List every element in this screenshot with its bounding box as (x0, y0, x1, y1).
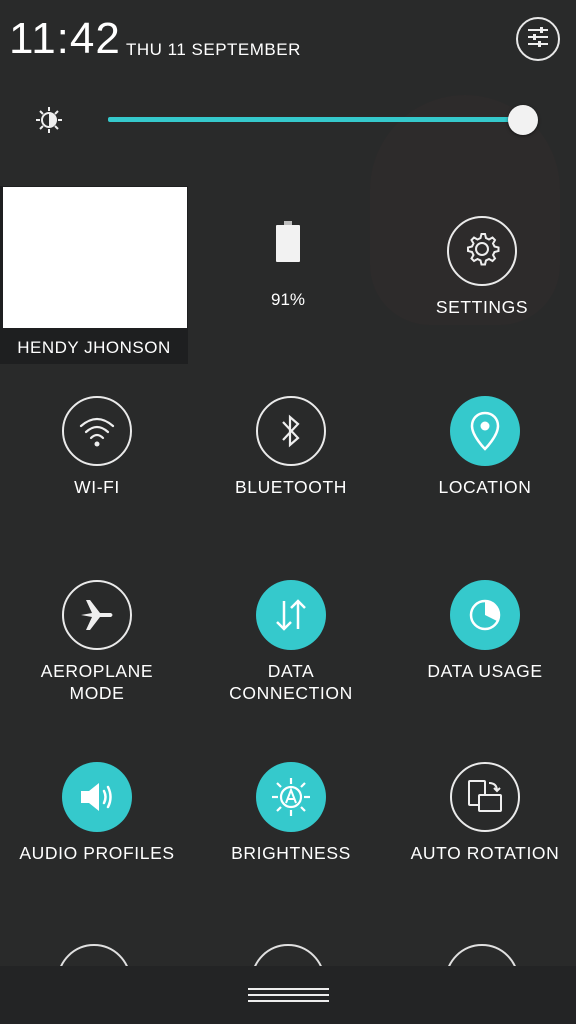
quick-settings-edit-button[interactable] (516, 17, 560, 61)
brightness-slider-thumb[interactable] (508, 105, 538, 135)
brightness-toggle-button[interactable] (256, 762, 326, 832)
clock-date: THU 11 SEPTEMBER (126, 40, 301, 59)
brightness-label: BRIGHTNESS (231, 843, 351, 863)
wallpaper-dim-overlay (0, 0, 576, 1024)
speaker-icon (77, 779, 117, 815)
wi-fi-tile[interactable]: WI-FI (0, 396, 194, 498)
pie-chart-icon (467, 597, 503, 633)
bluetooth-label: BLUETOOTH (234, 477, 348, 497)
next-row-preview (0, 930, 576, 966)
data-usage-toggle-button[interactable] (450, 580, 520, 650)
settings-tile[interactable]: SETTINGS (385, 216, 576, 318)
bluetooth-toggle-button[interactable] (256, 396, 326, 466)
audio-profiles-toggle-button[interactable] (62, 762, 132, 832)
partial-tile-2 (251, 944, 325, 966)
auto-rotation-label: AUTO ROTATION (410, 843, 560, 863)
gear-icon (463, 230, 501, 273)
location-tile[interactable]: LOCATION (388, 396, 576, 498)
battery-icon[interactable] (276, 221, 300, 262)
auto-rotation-tile[interactable]: AUTO ROTATION (388, 762, 576, 864)
auto-rotation-toggle-button[interactable] (450, 762, 520, 832)
data-connection-label: DATA CONNECTION (229, 661, 353, 703)
rotate-screen-icon (465, 777, 505, 817)
user-name: HENDY JHONSON (17, 338, 171, 357)
sliders-icon (526, 26, 550, 52)
location-pin-icon (470, 411, 500, 451)
brightness-tile[interactable]: BRIGHTNESS (194, 762, 388, 864)
user-profile[interactable]: HENDY JHONSON (0, 186, 188, 364)
data-connection-tile[interactable]: DATA CONNECTION (194, 580, 388, 704)
aeroplane-mode-toggle-button[interactable] (62, 580, 132, 650)
drag-handle[interactable] (248, 988, 329, 1002)
data-usage-label: DATA USAGE (427, 661, 543, 681)
partial-tile-1 (57, 944, 131, 966)
auto-brightness-icon (270, 776, 312, 818)
settings-label: SETTINGS (435, 297, 529, 317)
user-avatar (3, 187, 187, 328)
bluetooth-icon (278, 412, 304, 450)
audio-profiles-label: AUDIO PROFILES (19, 843, 175, 863)
status-header: 11:42 THU 11 SEPTEMBER (0, 0, 576, 86)
data-arrows-icon (272, 595, 310, 635)
battery-percent: 91% (270, 290, 306, 309)
wifi-icon (77, 414, 117, 448)
location-label: LOCATION (438, 477, 532, 497)
location-toggle-button[interactable] (450, 396, 520, 466)
bluetooth-tile[interactable]: BLUETOOTH (194, 396, 388, 498)
brightness-slider-track[interactable] (108, 117, 524, 122)
wi-fi-label: WI-FI (74, 477, 120, 497)
aeroplane-mode-label: AEROPLANE MODE (40, 661, 154, 703)
settings-button[interactable] (447, 216, 517, 286)
brightness-icon (34, 105, 64, 135)
data-usage-tile[interactable]: DATA USAGE (388, 580, 576, 682)
audio-profiles-tile[interactable]: AUDIO PROFILES (0, 762, 194, 864)
partial-tile-3 (445, 944, 519, 966)
clock-time: 11:42 (9, 14, 121, 63)
data-connection-toggle-button[interactable] (256, 580, 326, 650)
wi-fi-toggle-button[interactable] (62, 396, 132, 466)
aeroplane-mode-tile[interactable]: AEROPLANE MODE (0, 580, 194, 704)
airplane-icon (78, 596, 116, 634)
